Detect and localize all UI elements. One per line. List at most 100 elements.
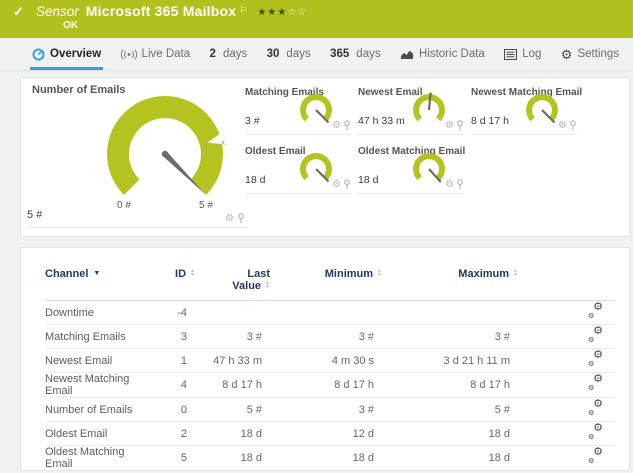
cell-last-value: 3 # [195, 324, 270, 349]
cell-last-value [195, 300, 270, 325]
mini-gauge-empty-cell [471, 145, 577, 194]
stars-empty-icon[interactable]: ☆☆ [287, 7, 307, 18]
priority-stars[interactable]: ★★★☆☆ [257, 7, 307, 18]
pin-icon[interactable] [456, 120, 464, 131]
tab-historic-data-label: Historic Data [418, 48, 485, 60]
column-header-maximum[interactable]: Maximum ▲ ▼ [382, 268, 518, 301]
cell-id: 2 [150, 421, 195, 446]
tab-live-data[interactable]: Live Data [119, 38, 193, 70]
channel-settings-gears-icon[interactable]: ⚙ ⚙ [588, 374, 603, 393]
column-header-minimum[interactable]: Minimum ▲ ▼ [270, 268, 382, 301]
channel-settings-gears-icon[interactable]: ⚙ ⚙ [588, 422, 603, 441]
cell-last-value: 18 d [195, 421, 270, 446]
cell-minimum: 12 d [270, 421, 382, 446]
gauge-settings-gear-icon[interactable]: ⚙ [225, 213, 234, 224]
tab-overview[interactable]: Overview [30, 38, 104, 70]
cell-channel: Number of Emails [45, 397, 150, 422]
table-row-downtime[interactable]: Downtime -4 ⚙ ⚙ [45, 300, 615, 325]
column-header-maximum-label: Maximum [458, 268, 510, 280]
cell-last-value: 8 d 17 h [195, 372, 270, 398]
tab-historic-data[interactable]: Historic Data [398, 38, 487, 70]
column-header-channel[interactable]: Channel ▼ [45, 268, 150, 301]
table-row-matching-emails[interactable]: Matching Emails 3 3 # 3 # 3 # ⚙ ⚙ [45, 324, 615, 349]
gauge-settings-gear-icon[interactable]: ⚙ [332, 120, 341, 131]
cell-channel: Newest Matching Email [45, 372, 150, 398]
pin-icon[interactable] [237, 213, 245, 224]
table-row-newest-matching-email[interactable]: Newest Matching Email 4 8 d 17 h 8 d 17 … [45, 372, 615, 398]
cell-minimum [270, 300, 382, 325]
mini-gauge-value: 18 d [245, 174, 266, 186]
channel-settings-gears-icon[interactable]: ⚙ ⚙ [588, 398, 603, 417]
column-header-id[interactable]: ID ▲ ▼ [150, 268, 195, 301]
cell-last-value: 5 # [195, 397, 270, 422]
cell-id: 4 [150, 372, 195, 398]
sort-caret-icon: ▼ [93, 270, 101, 277]
sensor-header: ✓ Sensor Microsoft 365 Mailbox ⚐ ★★★☆☆ O… [0, 0, 633, 38]
channel-settings-gears-icon[interactable]: ⚙ ⚙ [588, 301, 603, 320]
mini-gauge-newest-matching-email[interactable]: Newest Matching Email 8 d 17 h ⚙ [471, 86, 582, 135]
tab-30-days-number: 30 [266, 48, 280, 60]
tab-2-days[interactable]: 2 days [208, 38, 250, 70]
gauge-settings-gear-icon[interactable]: ⚙ [445, 120, 454, 131]
table-row-oldest-email[interactable]: Oldest Email 2 18 d 12 d 18 d ⚙ ⚙ [45, 421, 615, 446]
gear-icon: ⚙ [560, 46, 573, 62]
gauge-settings-gear-icon[interactable]: ⚙ [332, 179, 341, 190]
area-chart-icon [400, 50, 413, 59]
sort-icon: ▲ ▼ [265, 280, 270, 290]
cell-maximum: 18 d [382, 445, 518, 470]
mini-gauge-oldest-email[interactable]: Oldest Email 18 d ⚙ [245, 145, 351, 194]
mini-gauge-matching-emails[interactable]: Matching Emails 3 # ⚙ [245, 86, 351, 135]
pin-icon[interactable] [456, 179, 464, 190]
cell-last-value: 18 d [195, 445, 270, 470]
cell-id: 3 [150, 324, 195, 349]
gauge-marker-label: x [221, 138, 225, 147]
tab-365-days-number: 365 [330, 48, 350, 60]
cell-maximum: 5 # [382, 397, 518, 422]
tab-overview-label: Overview [50, 48, 102, 60]
mini-gauges-grid: Matching Emails 3 # ⚙ Newest Email 47 h … [245, 86, 582, 194]
cell-id: 5 [150, 445, 195, 470]
column-header-id-label: ID [175, 268, 187, 280]
column-header-last-label: Last [247, 268, 270, 280]
tab-log[interactable]: Log [502, 38, 543, 70]
overview-gauges-panel: Number of Emails x 0 # 5 # 5 # ⚙ Matchin… [20, 77, 630, 237]
channel-settings-gears-icon[interactable]: ⚙ ⚙ [588, 447, 603, 466]
cell-minimum: 8 d 17 h [270, 372, 382, 398]
sort-icon: ▲ ▼ [190, 268, 195, 278]
mini-gauge-newest-email[interactable]: Newest Email 47 h 33 m ⚙ [358, 86, 464, 135]
gauge-arc [107, 96, 223, 195]
column-header-last-value[interactable]: Last Value ▲ ▼ [195, 268, 270, 301]
priority-flag-icon[interactable]: ⚐ [239, 5, 247, 16]
main-gauge-number-of-emails[interactable]: Number of Emails x 0 # 5 # 5 # ⚙ [27, 82, 247, 228]
tab-30-days[interactable]: 30 days [265, 38, 313, 70]
gauge-scale-min: 0 # [117, 200, 131, 211]
live-signal-icon [120, 48, 137, 60]
cell-channel: Downtime [45, 300, 150, 325]
pin-icon[interactable] [569, 120, 577, 131]
pin-icon[interactable] [343, 120, 351, 131]
tab-365-days[interactable]: 365 days [328, 38, 382, 70]
tab-settings[interactable]: ⚙ Settings [559, 38, 621, 70]
cell-last-value: 47 h 33 m [195, 348, 270, 373]
table-row-oldest-matching-email[interactable]: Oldest Matching Email 5 18 d 18 d 18 d ⚙… [45, 445, 615, 470]
channel-settings-gears-icon[interactable]: ⚙ ⚙ [588, 349, 603, 368]
pin-icon[interactable] [343, 179, 351, 190]
tab-2-days-number: 2 [209, 48, 216, 60]
mini-gauge-value: 18 d [358, 174, 379, 186]
channel-settings-gears-icon[interactable]: ⚙ ⚙ [588, 325, 603, 344]
cell-maximum: 3 d 21 h 11 m [382, 348, 518, 373]
table-row-newest-email[interactable]: Newest Email 1 47 h 33 m 4 m 30 s 3 d 21… [45, 348, 615, 373]
table-row-number-of-emails[interactable]: Number of Emails 0 5 # 3 # 5 # ⚙ ⚙ [45, 397, 615, 422]
sensor-title: Microsoft 365 Mailbox [85, 3, 237, 19]
gauge-settings-gear-icon[interactable]: ⚙ [558, 120, 567, 131]
cell-id: 1 [150, 348, 195, 373]
stars-filled-icon[interactable]: ★★★ [257, 7, 287, 18]
mini-gauge-oldest-matching-email[interactable]: Oldest Matching Email 18 d ⚙ [358, 145, 465, 194]
mini-gauge-value: 47 h 33 m [358, 115, 405, 127]
cell-id: -4 [150, 300, 195, 325]
mini-gauge-value: 3 # [245, 115, 260, 127]
status-ok-check-icon: ✓ [13, 4, 24, 19]
gauge-settings-gear-icon[interactable]: ⚙ [445, 179, 454, 190]
column-header-value-label: Value [232, 280, 262, 292]
table-header-row: Channel ▼ ID ▲ ▼ Last Value ▲ ▼ Minimum … [45, 268, 615, 301]
